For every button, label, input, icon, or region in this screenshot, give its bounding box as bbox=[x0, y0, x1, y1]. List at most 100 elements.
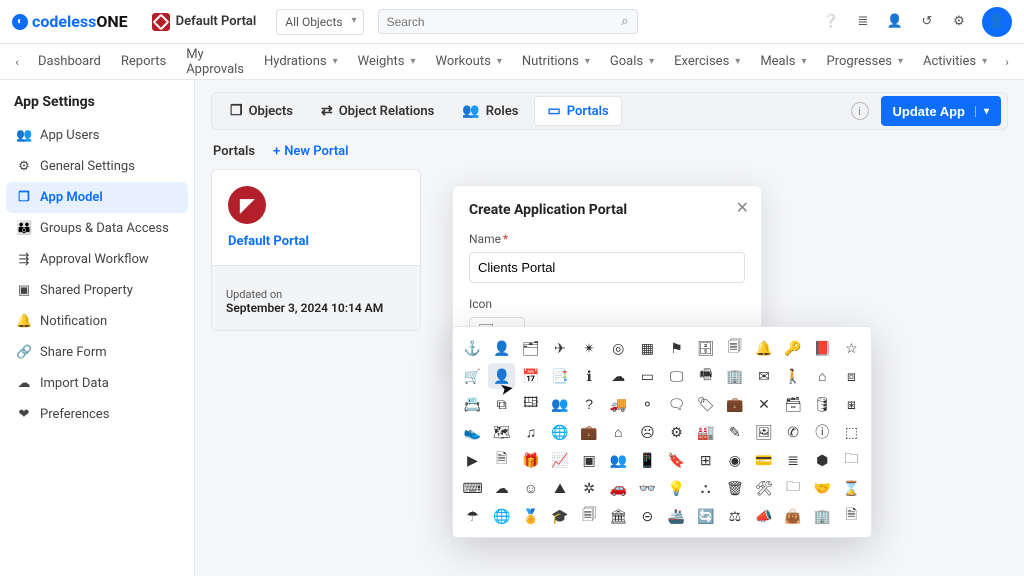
icon-option-9[interactable]: 🗐 bbox=[721, 335, 748, 361]
history-icon[interactable]: ↺ bbox=[918, 14, 936, 29]
nav-scroll-left[interactable]: ‹ bbox=[8, 55, 26, 69]
icon-option-42[interactable]: 👟 bbox=[459, 419, 486, 445]
icon-option-81[interactable]: 🗀 bbox=[780, 475, 807, 501]
icon-option-28[interactable]: 📇 bbox=[459, 391, 486, 417]
icon-option-37[interactable]: 💼 bbox=[721, 391, 748, 417]
icon-option-18[interactable]: ℹ bbox=[576, 363, 603, 389]
sidebar-item-app-users[interactable]: 👥App Users bbox=[6, 120, 188, 151]
icon-option-14[interactable]: 🛒 bbox=[459, 363, 486, 389]
icon-option-59[interactable]: 📈 bbox=[546, 447, 573, 473]
icon-option-32[interactable]: ? bbox=[576, 391, 603, 417]
nav-reports[interactable]: Reports bbox=[111, 47, 176, 77]
icon-option-3[interactable]: ✈ bbox=[546, 335, 573, 361]
icon-option-62[interactable]: 📱 bbox=[634, 447, 661, 473]
object-type-select[interactable]: All Objects bbox=[276, 9, 363, 35]
icon-option-89[interactable]: 🏛 bbox=[605, 503, 632, 529]
nav-nutritions[interactable]: Nutritions bbox=[512, 47, 600, 77]
sidebar-item-preferences[interactable]: ❤Preferences bbox=[6, 399, 188, 430]
icon-option-15[interactable]: 👤 bbox=[488, 363, 515, 389]
icon-option-71[interactable]: ☁ bbox=[488, 475, 515, 501]
icon-option-70[interactable]: ⌨ bbox=[459, 475, 486, 501]
icon-option-74[interactable]: ✲ bbox=[576, 475, 603, 501]
update-app-button[interactable]: Update App ▾ bbox=[881, 96, 1002, 126]
icon-option-0[interactable]: ⚓ bbox=[459, 335, 486, 361]
icon-option-51[interactable]: ✎ bbox=[721, 419, 748, 445]
icon-option-35[interactable]: 🗨 bbox=[663, 391, 690, 417]
sidebar-item-import-data[interactable]: ☁Import Data bbox=[6, 368, 188, 399]
help-icon[interactable]: ❔ bbox=[822, 14, 840, 29]
brand-logo[interactable]: ◐ codelessONE bbox=[12, 12, 128, 31]
icon-option-53[interactable]: ✆ bbox=[780, 419, 807, 445]
icon-option-40[interactable]: 🛢 bbox=[809, 391, 836, 417]
icon-option-56[interactable]: ▶ bbox=[459, 447, 486, 473]
icon-option-87[interactable]: 🎓 bbox=[546, 503, 573, 529]
icon-option-97[interactable]: 🗎 bbox=[838, 503, 865, 529]
icon-option-46[interactable]: 💼 bbox=[576, 419, 603, 445]
icon-option-30[interactable]: 🖽 bbox=[517, 391, 544, 417]
icon-option-90[interactable]: ⊝ bbox=[634, 503, 661, 529]
sidebar-item-share-form[interactable]: 🔗Share Form bbox=[6, 337, 188, 368]
icon-option-57[interactable]: 🗎 bbox=[488, 447, 515, 473]
icon-option-67[interactable]: ≣ bbox=[780, 447, 807, 473]
icon-option-10[interactable]: 🔔 bbox=[750, 335, 777, 361]
icon-option-94[interactable]: 📣 bbox=[750, 503, 777, 529]
icon-option-45[interactable]: 🌐 bbox=[546, 419, 573, 445]
sidebar-item-groups-data-access[interactable]: 👪Groups & Data Access bbox=[6, 213, 188, 244]
icon-option-13[interactable]: ☆ bbox=[838, 335, 865, 361]
icon-option-65[interactable]: ◉ bbox=[721, 447, 748, 473]
icon-option-88[interactable]: 🗐 bbox=[576, 503, 603, 529]
icon-option-22[interactable]: 🖷 bbox=[692, 363, 719, 389]
info-icon[interactable]: i bbox=[851, 102, 869, 120]
icon-option-20[interactable]: ▭ bbox=[634, 363, 661, 389]
icon-option-24[interactable]: ✉ bbox=[750, 363, 777, 389]
icon-option-50[interactable]: 🏭 bbox=[692, 419, 719, 445]
icon-option-38[interactable]: ✕ bbox=[750, 391, 777, 417]
icon-option-4[interactable]: ✴ bbox=[576, 335, 603, 361]
icon-option-52[interactable]: 🖼 bbox=[750, 419, 777, 445]
icon-option-96[interactable]: 🏢 bbox=[809, 503, 836, 529]
icon-option-5[interactable]: ◎ bbox=[605, 335, 632, 361]
icon-option-26[interactable]: ⌂ bbox=[809, 363, 836, 389]
icon-option-83[interactable]: ⌛ bbox=[838, 475, 865, 501]
icon-option-93[interactable]: ⚖ bbox=[721, 503, 748, 529]
icon-option-54[interactable]: ⓘ bbox=[809, 419, 836, 445]
icon-option-86[interactable]: 🏅 bbox=[517, 503, 544, 529]
icon-option-72[interactable]: ☺ bbox=[517, 475, 544, 501]
tab-portals[interactable]: ▭Portals bbox=[534, 96, 621, 126]
sidebar-item-general-settings[interactable]: ⚙General Settings bbox=[6, 151, 188, 182]
icon-option-44[interactable]: ♫ bbox=[517, 419, 544, 445]
tab-roles[interactable]: 👥Roles bbox=[450, 96, 530, 126]
icon-option-55[interactable]: ⬚ bbox=[838, 419, 865, 445]
icon-option-60[interactable]: ▣ bbox=[576, 447, 603, 473]
portal-name-input[interactable] bbox=[469, 252, 745, 283]
icon-option-36[interactable]: 🏷 bbox=[692, 391, 719, 417]
icon-option-84[interactable]: ☂ bbox=[459, 503, 486, 529]
icon-option-64[interactable]: ⊞ bbox=[692, 447, 719, 473]
icon-option-61[interactable]: 👥 bbox=[605, 447, 632, 473]
icon-option-58[interactable]: 🎁 bbox=[517, 447, 544, 473]
avatar[interactable]: 👤 bbox=[982, 7, 1012, 37]
icon-option-80[interactable]: 🛠 bbox=[750, 475, 777, 501]
icon-option-33[interactable]: 🚚 bbox=[605, 391, 632, 417]
nav-progresses[interactable]: Progresses bbox=[817, 47, 913, 77]
icon-option-63[interactable]: 🔖 bbox=[663, 447, 690, 473]
icon-option-73[interactable]: ⛰ bbox=[546, 475, 573, 501]
sidebar-item-approval-workflow[interactable]: ⇶Approval Workflow bbox=[6, 244, 188, 275]
icon-option-82[interactable]: 🤝 bbox=[809, 475, 836, 501]
settings-gear-icon[interactable]: ⚙ bbox=[950, 14, 968, 29]
icon-option-29[interactable]: ⧉ bbox=[488, 391, 515, 417]
icon-option-43[interactable]: 🗺 bbox=[488, 419, 515, 445]
search-input[interactable] bbox=[387, 15, 622, 29]
nav-workouts[interactable]: Workouts bbox=[426, 47, 512, 77]
icon-option-1[interactable]: 👤 bbox=[488, 335, 515, 361]
icon-option-76[interactable]: 👓 bbox=[634, 475, 661, 501]
icon-option-2[interactable]: 🗂 bbox=[517, 335, 544, 361]
icon-option-19[interactable]: ☁ bbox=[605, 363, 632, 389]
icon-option-91[interactable]: 🚢 bbox=[663, 503, 690, 529]
icon-option-47[interactable]: ⌂ bbox=[605, 419, 632, 445]
nav-activities[interactable]: Activities bbox=[913, 47, 996, 77]
icon-option-92[interactable]: 🔄 bbox=[692, 503, 719, 529]
icon-option-77[interactable]: 💡 bbox=[663, 475, 690, 501]
portal-selector[interactable]: Default Portal bbox=[152, 13, 257, 31]
icon-option-21[interactable]: 🖵 bbox=[663, 363, 690, 389]
